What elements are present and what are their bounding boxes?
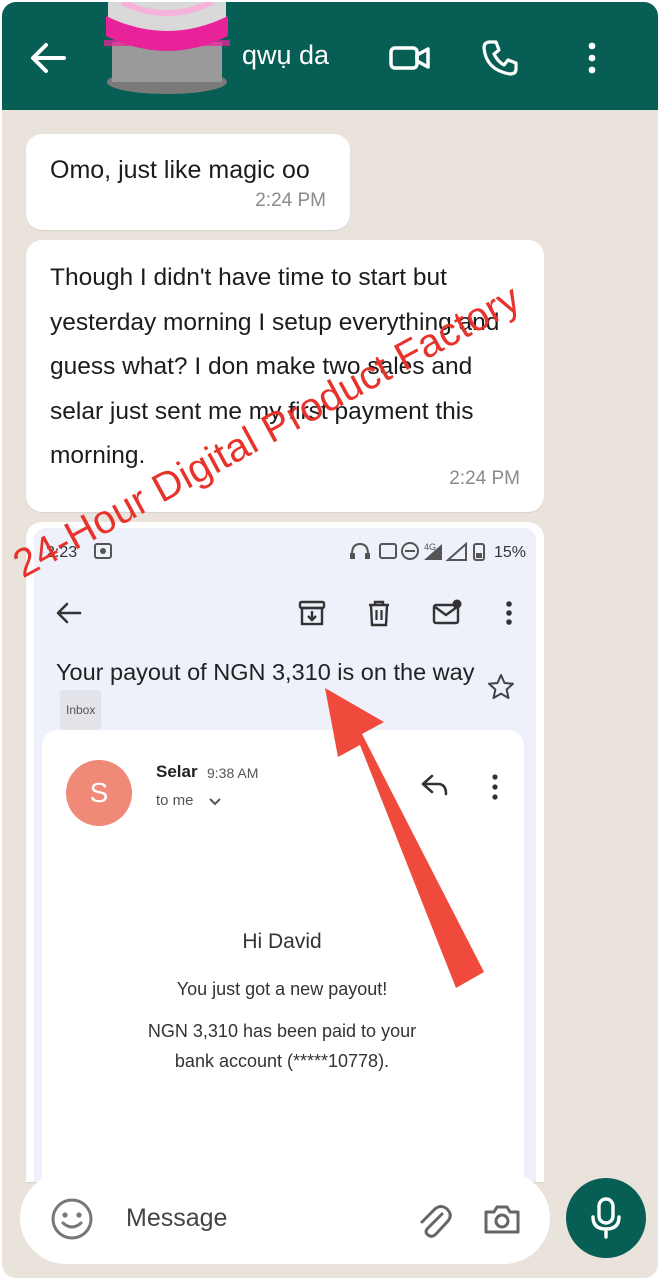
message-text: Omo, just like magic oo	[50, 156, 310, 184]
phone-icon[interactable]	[480, 38, 520, 78]
message-input[interactable]: Message	[126, 1204, 227, 1233]
recipient-line[interactable]: to me	[156, 792, 194, 809]
contact-avatar[interactable]	[82, 2, 252, 97]
subject-text: Your payout of NGN 3,310 is on the way	[56, 659, 475, 685]
contact-name[interactable]: qwụ da	[242, 40, 329, 71]
message-bubble[interactable]: Omo, just like magic oo 2:24 PM	[26, 134, 350, 230]
chevron-down-icon[interactable]	[208, 796, 222, 808]
email-subject: Your payout of NGN 3,310 is on the way I…	[56, 654, 476, 730]
camera-icon[interactable]	[482, 1202, 522, 1236]
email-body: Hi David You just got a new payout! NGN …	[142, 930, 422, 1088]
svg-text:4G: 4G	[424, 542, 436, 552]
mark-unread-icon[interactable]	[432, 598, 462, 628]
chat-screen: qwụ da Omo, just like magic oo 2:24 PM T…	[2, 2, 658, 1278]
email-greeting: Hi David	[242, 930, 322, 953]
chat-header: qwụ da	[2, 2, 658, 110]
archive-icon[interactable]	[297, 598, 327, 628]
back-arrow-icon[interactable]	[54, 598, 84, 628]
message-time: 2:24 PM	[255, 190, 326, 211]
video-call-icon[interactable]	[388, 40, 432, 76]
more-vert-icon[interactable]	[580, 38, 604, 78]
trash-icon[interactable]	[364, 598, 394, 628]
more-vert-icon[interactable]	[488, 772, 502, 802]
emoji-icon[interactable]	[50, 1197, 94, 1241]
email-screenshot[interactable]: 2:23 4G 15% Your payout of NGN 3,310 is …	[34, 528, 536, 1182]
battery-level: 15%	[494, 544, 527, 561]
email-line: NGN 3,310 has been paid to your bank acc…	[147, 1021, 417, 1071]
sent-time: 9:38 AM	[207, 765, 259, 781]
image-message-bubble[interactable]: 2:23 4G 15% Your payout of NGN 3,310 is …	[26, 522, 544, 1182]
message-text: Though I didn't have time to start but y…	[50, 264, 500, 469]
inbox-label[interactable]: Inbox	[60, 690, 102, 730]
message-time: 2:24 PM	[449, 468, 520, 489]
voice-message-button[interactable]	[566, 1178, 646, 1258]
email-line: You just got a new payout!	[176, 979, 388, 999]
sender-name: Selar	[156, 762, 198, 781]
microphone-icon	[591, 1197, 621, 1239]
email-card: S Selar 9:38 AM to me Hi David You just …	[42, 730, 524, 1182]
star-icon[interactable]	[486, 672, 516, 702]
back-arrow-icon[interactable]	[28, 40, 68, 76]
reply-icon[interactable]	[420, 772, 450, 798]
message-bubble[interactable]: Though I didn't have time to start but y…	[26, 240, 544, 512]
attach-icon[interactable]	[416, 1200, 452, 1240]
more-vert-icon[interactable]	[494, 598, 524, 628]
sender-avatar[interactable]: S	[66, 760, 132, 826]
message-input-bar[interactable]: Message	[20, 1172, 550, 1264]
